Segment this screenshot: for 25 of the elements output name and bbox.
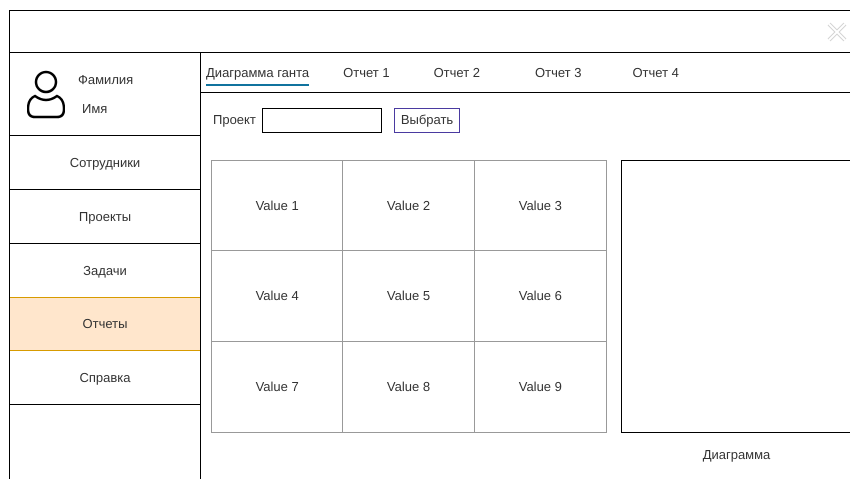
table-cell-text: Value 8 <box>386 378 430 396</box>
tab[interactable]: Диаграмма ганта <box>206 58 310 86</box>
table-cell-text: Value 3 <box>518 196 562 215</box>
sidebar-item[interactable]: Сотрудники <box>10 136 200 190</box>
tab[interactable]: Отчет 2 <box>434 58 480 86</box>
tab[interactable]: Отчет 1 <box>343 58 390 86</box>
user-last-name: Фамилия <box>78 70 134 88</box>
sidebar-item[interactable]: Отчеты <box>10 297 200 351</box>
sidebar-item[interactable]: Справка <box>10 351 200 405</box>
table-cell-text: Value 2 <box>386 196 430 215</box>
table-cell-text: Value 5 <box>386 287 430 306</box>
table-cell-text: Value 1 <box>256 196 299 215</box>
table-cell-text: Value 9 <box>518 378 562 396</box>
user-first-name: Имя <box>82 100 108 118</box>
tab[interactable]: Отчет 4 <box>632 58 679 86</box>
user-avatar-icon <box>27 69 65 119</box>
table-cell-text: Value 4 <box>256 287 299 306</box>
project-field[interactable] <box>262 108 382 132</box>
diagram-caption: Диаграмма <box>702 446 770 464</box>
tab[interactable]: Отчет 3 <box>535 58 582 86</box>
sidebar-item[interactable]: Проекты <box>10 190 200 244</box>
table-cell-text: Value 7 <box>256 378 299 396</box>
table-cell-text: Value 6 <box>518 287 562 306</box>
project-label: Проект <box>213 111 256 130</box>
select-button[interactable]: Выбрать <box>394 108 460 132</box>
